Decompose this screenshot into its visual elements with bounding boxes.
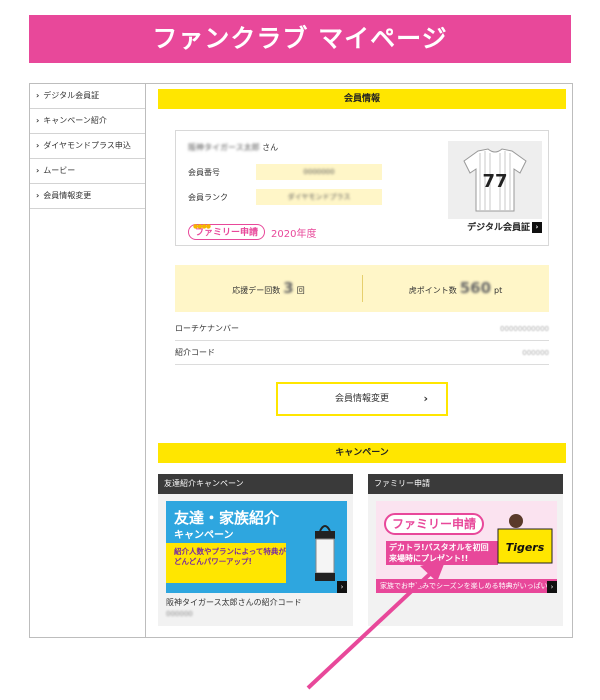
lantern-icon — [315, 525, 335, 581]
banner-title: 友達・家族紹介 — [174, 509, 280, 527]
chevron-right-icon: › — [36, 116, 40, 125]
roach-number-row: ローチケナンバー 00000000000 — [175, 317, 549, 341]
friend-referral-campaign-card[interactable]: 友達紹介キャンペーン 友達・家族紹介 キャンペーン 紹介人数やプランによって特典… — [158, 474, 353, 626]
banner-text: デカトラ!バスタオルを初回来場時にプレゼント!! — [386, 541, 498, 565]
towel-icon: Tigers — [497, 514, 553, 564]
banner-subtitle: キャンペーン — [174, 530, 234, 541]
campaign-card-title: ファミリー申請 — [368, 474, 563, 494]
chevron-right-icon: › — [423, 392, 428, 405]
support-day-count: 応援デー回数 3 回 — [232, 279, 305, 297]
chevron-right-icon: › — [36, 141, 40, 150]
banner-text: 紹介人数やプランによって特典がどんどんパワーアップ! — [174, 547, 286, 566]
member-info-header: 会員情報 — [158, 89, 566, 109]
member-rank-value: ダイヤモンドプラス — [256, 189, 382, 205]
sidebar-item-label: ムービー — [43, 166, 76, 175]
campaign-card-title: 友達紹介キャンペーン — [158, 474, 353, 494]
banner-bottom-text: 家族でお申込みでシーズンを楽しめる特典がいっぱい!! — [376, 579, 557, 593]
family-application-campaign-card[interactable]: ファミリー申請 ファミリー申請 デカトラ!バスタオルを初回来場時にプレゼント!!… — [368, 474, 563, 626]
page-title-banner: ファンクラブ マイページ — [29, 15, 571, 63]
svg-text:77: 77 — [482, 171, 507, 192]
family-year: 2020年度 — [271, 228, 317, 240]
campaign-header: キャンペーン — [158, 443, 566, 463]
sidebar-item-label: 会員情報変更 — [43, 191, 92, 200]
referral-code-value: 000000 — [166, 610, 193, 618]
sidebar-item-diamond-plus[interactable]: › ダイヤモンドプラス申込 — [30, 134, 145, 159]
digital-card-thumbnail[interactable]: 77 — [448, 141, 542, 219]
sidebar: › デジタル会員証 › キャンペーン紹介 › ダイヤモンドプラス申込 › ムービー › 会… — [30, 84, 146, 637]
referral-code-caption: 阪神タイガース太郎さんの紹介コード — [166, 598, 302, 607]
arrow-right-icon: › — [532, 222, 542, 233]
member-number-label: 会員番号 — [188, 168, 220, 177]
member-rank-label: 会員ランク — [188, 193, 228, 202]
jersey-icon: 77 — [463, 148, 527, 212]
chevron-right-icon: › — [36, 91, 40, 100]
digital-card-link[interactable]: デジタル会員証 › — [448, 220, 542, 237]
member-name: 阪神タイガース太郎 さん — [188, 143, 279, 152]
family-people-icon: ●●●● — [193, 223, 211, 230]
referral-code-row: 紹介コード 000000 — [175, 341, 549, 365]
points-summary: 応援デー回数 3 回 虎ポイント数 560 pt — [175, 265, 549, 312]
friend-referral-banner[interactable]: 友達・家族紹介 キャンペーン 紹介人数やプランによって特典がどんどんパワーアップ… — [166, 501, 347, 593]
member-info-edit-button[interactable]: 会員情報変更 › — [276, 382, 448, 416]
main-content: 会員情報 阪神タイガース太郎 さん 会員番号 0000000 会員ランク ダイヤ… — [158, 89, 566, 626]
sidebar-item-member-info-edit[interactable]: › 会員情報変更 — [30, 184, 145, 209]
sidebar-item-campaign[interactable]: › キャンペーン紹介 — [30, 109, 145, 134]
mypage-frame: › デジタル会員証 › キャンペーン紹介 › ダイヤモンドプラス申込 › ムービー › 会… — [29, 83, 573, 638]
svg-text:Tigers: Tigers — [506, 541, 545, 554]
sidebar-item-label: ダイヤモンドプラス申込 — [43, 141, 131, 150]
member-number-value: 0000000 — [256, 164, 382, 180]
member-card: 阪神タイガース太郎 さん 会員番号 0000000 会員ランク ダイヤモンドプラ… — [175, 130, 549, 246]
tiger-points: 虎ポイント数 560 pt — [408, 279, 503, 297]
family-application-banner[interactable]: ファミリー申請 デカトラ!バスタオルを初回来場時にプレゼント!! Tigers … — [376, 501, 557, 593]
sidebar-item-label: デジタル会員証 — [43, 91, 100, 100]
arrow-right-icon: › — [547, 581, 557, 593]
family-application-badge: ●●●● ファミリー申請 — [188, 223, 266, 240]
chevron-right-icon: › — [36, 166, 40, 175]
sidebar-item-label: キャンペーン紹介 — [43, 116, 107, 125]
chevron-right-icon: › — [36, 191, 40, 200]
arrow-right-icon: › — [337, 581, 347, 593]
sidebar-item-digital-card[interactable]: › デジタル会員証 — [30, 84, 145, 109]
sidebar-item-movie[interactable]: › ムービー — [30, 159, 145, 184]
family-badge: ●●●● ファミリー申請 2020年度 — [188, 223, 316, 241]
family-application-badge: ファミリー申請 — [384, 513, 485, 535]
